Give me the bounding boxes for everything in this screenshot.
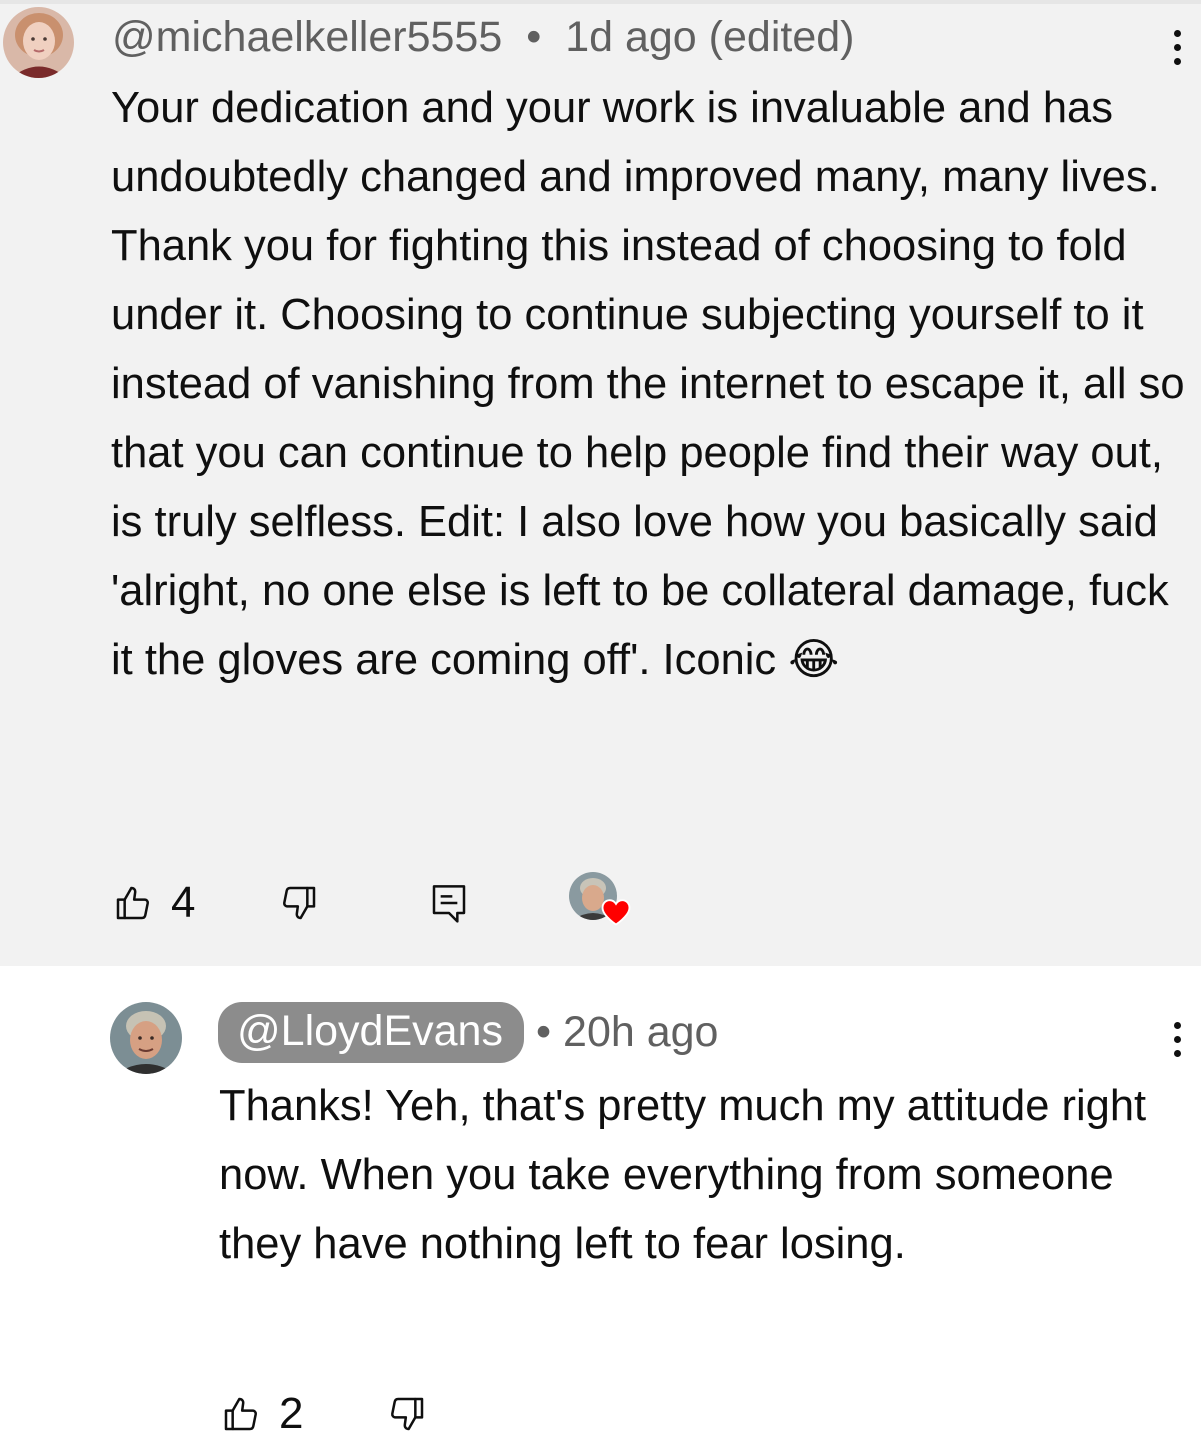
dislike-button[interactable] <box>279 883 319 923</box>
commenter-avatar[interactable] <box>110 1002 182 1074</box>
creator-handle-badge[interactable]: @LloydEvans <box>218 1002 524 1063</box>
comment-actions: 2 <box>221 1392 427 1436</box>
dislike-button[interactable] <box>387 1394 427 1434</box>
comment-thread-item: @michaelkeller5555 • 1d ago (edited) You… <box>0 0 1201 966</box>
comment-meta: @michaelkeller5555 • 1d ago (edited) <box>112 16 854 59</box>
comment-actions: 4 <box>113 872 631 934</box>
comment-timestamp: 20h ago <box>563 1008 719 1056</box>
comment-meta: @LloydEvans • 20h ago <box>218 1002 718 1063</box>
like-button[interactable]: 4 <box>113 881 195 925</box>
thumbs-down-icon <box>391 1397 424 1431</box>
separator-dot: • <box>535 1008 552 1056</box>
like-count: 2 <box>279 1389 304 1438</box>
creator-heart-icon <box>602 899 631 926</box>
more-vertical-icon[interactable] <box>1169 30 1185 65</box>
like-button[interactable]: 2 <box>221 1392 303 1436</box>
comment-reply-item: @LloydEvans • 20h ago Thanks! Yeh, that'… <box>0 966 1201 1456</box>
reply-button[interactable] <box>429 881 469 925</box>
comment-timestamp: 1d ago (edited) <box>565 13 855 61</box>
commenter-avatar[interactable] <box>3 7 74 78</box>
comment-text: Your dedication and your work is invalua… <box>111 84 1185 684</box>
separator-dot: • <box>526 13 542 61</box>
thumbs-up-icon <box>224 1397 257 1431</box>
like-count: 4 <box>171 878 196 927</box>
thumbs-up-icon <box>116 886 149 920</box>
more-vertical-icon[interactable] <box>1169 1022 1185 1057</box>
reply-icon <box>433 885 466 923</box>
creator-heart-badge <box>569 872 631 934</box>
comment-text: Thanks! Yeh, that's pretty much my attit… <box>219 1082 1147 1268</box>
thumbs-down-icon <box>283 886 316 920</box>
comment-author[interactable]: @michaelkeller5555 <box>112 13 502 61</box>
